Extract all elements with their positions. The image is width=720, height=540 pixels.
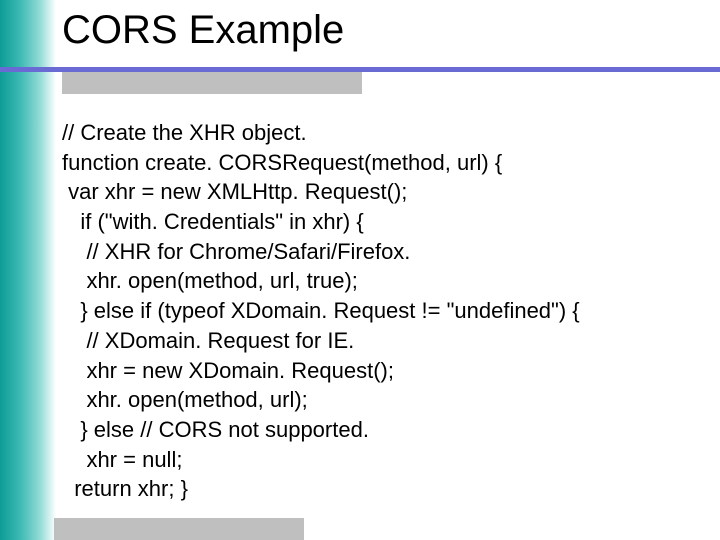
code-line: function create. CORSRequest(method, url… — [62, 148, 702, 178]
slide: CORS Example // Create the XHR object. f… — [0, 0, 720, 540]
code-line: // XDomain. Request for IE. — [62, 326, 702, 356]
code-line: xhr. open(method, url); — [62, 385, 702, 415]
code-line: // Create the XHR object. — [62, 118, 702, 148]
code-line: if ("with. Credentials" in xhr) { — [62, 207, 702, 237]
code-block: // Create the XHR object. function creat… — [62, 118, 702, 504]
code-line: xhr = null; — [62, 445, 702, 475]
code-line: xhr = new XDomain. Request(); — [62, 356, 702, 386]
page-title: CORS Example — [62, 8, 344, 53]
left-accent-band — [0, 0, 56, 540]
code-line: var xhr = new XMLHttp. Request(); — [62, 177, 702, 207]
code-line: } else if (typeof XDomain. Request != "u… — [62, 296, 702, 326]
footer-bar — [54, 518, 304, 540]
code-line: // XHR for Chrome/Safari/Firefox. — [62, 237, 702, 267]
code-line: return xhr; } — [62, 474, 702, 504]
code-line: } else // CORS not supported. — [62, 415, 702, 445]
code-line: xhr. open(method, url, true); — [62, 266, 702, 296]
title-shadow-bar — [62, 72, 362, 94]
